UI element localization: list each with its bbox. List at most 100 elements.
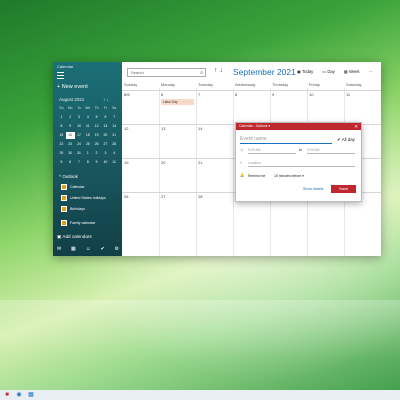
mini-day[interactable]: 24 [75, 141, 84, 148]
mini-day[interactable]: 2 [66, 114, 75, 121]
popup-calendar-selector[interactable]: Calendar - Outlook ▾ [239, 123, 270, 130]
day-cell[interactable]: 11 [346, 92, 350, 97]
close-icon[interactable]: ✕ [354, 123, 358, 130]
remind-dropdown[interactable]: 15 minutes before ▾ [274, 174, 304, 178]
event-name-input[interactable]: Event name [240, 136, 332, 144]
mini-day[interactable]: 22 [57, 141, 66, 148]
day-cell[interactable]: 19 [124, 160, 128, 165]
day-cell[interactable]: 12 [124, 126, 128, 131]
mini-day[interactable]: 29 [57, 150, 66, 157]
day-cell[interactable]: 8 [235, 92, 237, 97]
mini-day[interactable]: 21 [110, 132, 119, 139]
mini-month-label[interactable]: August 2021 [59, 97, 84, 102]
calendar-item-family[interactable]: Family calendar [61, 220, 95, 226]
mail-icon[interactable]: ✉ [57, 246, 61, 252]
mini-day[interactable]: 8 [83, 159, 92, 166]
browser-icon[interactable]: ◉ [15, 391, 23, 399]
today-button[interactable]: ▣ Today [297, 69, 313, 74]
day-cell[interactable]: 13 [161, 126, 165, 131]
mini-day[interactable]: 17 [75, 132, 84, 139]
mini-day[interactable]: 1 [57, 114, 66, 121]
more-button[interactable]: ··· [369, 69, 373, 74]
mini-day[interactable]: 10 [75, 123, 84, 130]
save-button[interactable]: Save [331, 185, 356, 193]
mini-day[interactable]: 16 [65, 132, 75, 139]
mini-day[interactable]: 19 [92, 132, 101, 139]
day-cell[interactable]: 27 [161, 194, 165, 199]
mini-day[interactable]: 13 [101, 123, 110, 130]
month-nav-arrows-icon[interactable]: ↑ ↓ [214, 67, 223, 74]
checkbox-icon[interactable] [61, 220, 67, 226]
day-cell[interactable]: 21 [198, 160, 202, 165]
day-cell[interactable]: 6 [161, 92, 163, 97]
mini-day[interactable]: 28 [110, 141, 119, 148]
mini-day[interactable]: 14 [110, 123, 119, 130]
start-time-field[interactable]: 9:00 AM [248, 147, 296, 154]
calendar-item-holidays[interactable]: United States holidays [61, 195, 106, 201]
day-cell[interactable]: 8/5 [124, 92, 130, 97]
mini-day[interactable]: 4 [110, 150, 119, 157]
day-view-button[interactable]: ▭ Day [322, 69, 335, 74]
location-input[interactable]: Location [248, 160, 355, 167]
mini-day[interactable]: 7 [75, 159, 84, 166]
mini-day[interactable]: 23 [66, 141, 75, 148]
show-details-link[interactable]: Show details [303, 187, 323, 191]
calendar-item-birthdays[interactable]: Birthdays [61, 206, 85, 212]
mini-nav-arrows-icon[interactable]: ↑ ↓ [103, 97, 109, 102]
weekday-header: Thursday [272, 82, 289, 87]
day-cell[interactable]: 28 [198, 194, 202, 199]
office-icon[interactable]: ■ [3, 391, 11, 399]
week-view-button[interactable]: ▦ Week [344, 69, 360, 74]
mini-day[interactable]: 4 [83, 114, 92, 121]
month-title[interactable]: September 2021 [233, 67, 296, 77]
mini-day[interactable]: 8 [57, 123, 66, 130]
checkbox-icon[interactable] [61, 195, 67, 201]
mini-day[interactable]: 15 [57, 132, 66, 139]
mini-day[interactable]: 5 [92, 114, 101, 121]
day-cell[interactable]: 20 [161, 160, 165, 165]
day-cell[interactable]: 9 [272, 92, 274, 97]
mini-day[interactable]: 5 [57, 159, 66, 166]
mini-day[interactable]: 2 [92, 150, 101, 157]
all-day-checkbox[interactable]: ✔ All day [337, 137, 355, 143]
calendar-icon[interactable]: ▦ [71, 246, 76, 252]
mini-day[interactable]: 27 [101, 141, 110, 148]
people-icon[interactable]: ☺ [86, 246, 91, 252]
mini-day[interactable]: 9 [66, 123, 75, 130]
mini-day[interactable]: 3 [75, 114, 84, 121]
search-icon[interactable]: ⌕ [200, 69, 203, 77]
mini-day[interactable]: 30 [66, 150, 75, 157]
mini-day[interactable]: 9 [92, 159, 101, 166]
mini-day[interactable]: 26 [92, 141, 101, 148]
mini-day[interactable]: 11 [83, 123, 92, 130]
mini-day[interactable]: 11 [110, 159, 119, 166]
calendar-taskbar-icon[interactable]: ▦ [27, 391, 35, 399]
new-event-button[interactable]: + New event [57, 84, 88, 90]
end-time-field[interactable]: 9:00 AM [307, 147, 355, 154]
mini-day[interactable]: 7 [110, 114, 119, 121]
mini-day[interactable]: 1 [83, 150, 92, 157]
mini-day[interactable]: 31 [75, 150, 84, 157]
add-calendars-button[interactable]: ▣ Add calendars [57, 234, 92, 240]
day-cell[interactable]: 7 [198, 92, 200, 97]
mini-day[interactable]: 12 [92, 123, 101, 130]
day-cell[interactable]: 14 [198, 126, 202, 131]
checkbox-icon[interactable] [61, 184, 67, 190]
day-cell[interactable]: 10 [309, 92, 313, 97]
todo-icon[interactable]: ✔ [100, 246, 104, 252]
mini-day[interactable]: 20 [101, 132, 110, 139]
menu-icon[interactable] [57, 72, 64, 79]
holiday-event[interactable]: Labor Day [161, 99, 194, 105]
mini-day[interactable]: 3 [101, 150, 110, 157]
mini-day[interactable]: 25 [83, 141, 92, 148]
settings-icon[interactable]: ⚙ [115, 246, 119, 252]
calendar-item-calendar[interactable]: Calendar [61, 184, 85, 190]
day-cell[interactable]: 26 [124, 194, 128, 199]
mini-day[interactable]: 18 [83, 132, 92, 139]
account-outlook[interactable]: ^ Outlook [59, 174, 78, 179]
search-input[interactable]: Search ⌕ [127, 68, 206, 77]
mini-day[interactable]: 10 [101, 159, 110, 166]
mini-day[interactable]: 6 [66, 159, 75, 166]
mini-day[interactable]: 6 [101, 114, 110, 121]
checkbox-icon[interactable] [61, 206, 67, 212]
